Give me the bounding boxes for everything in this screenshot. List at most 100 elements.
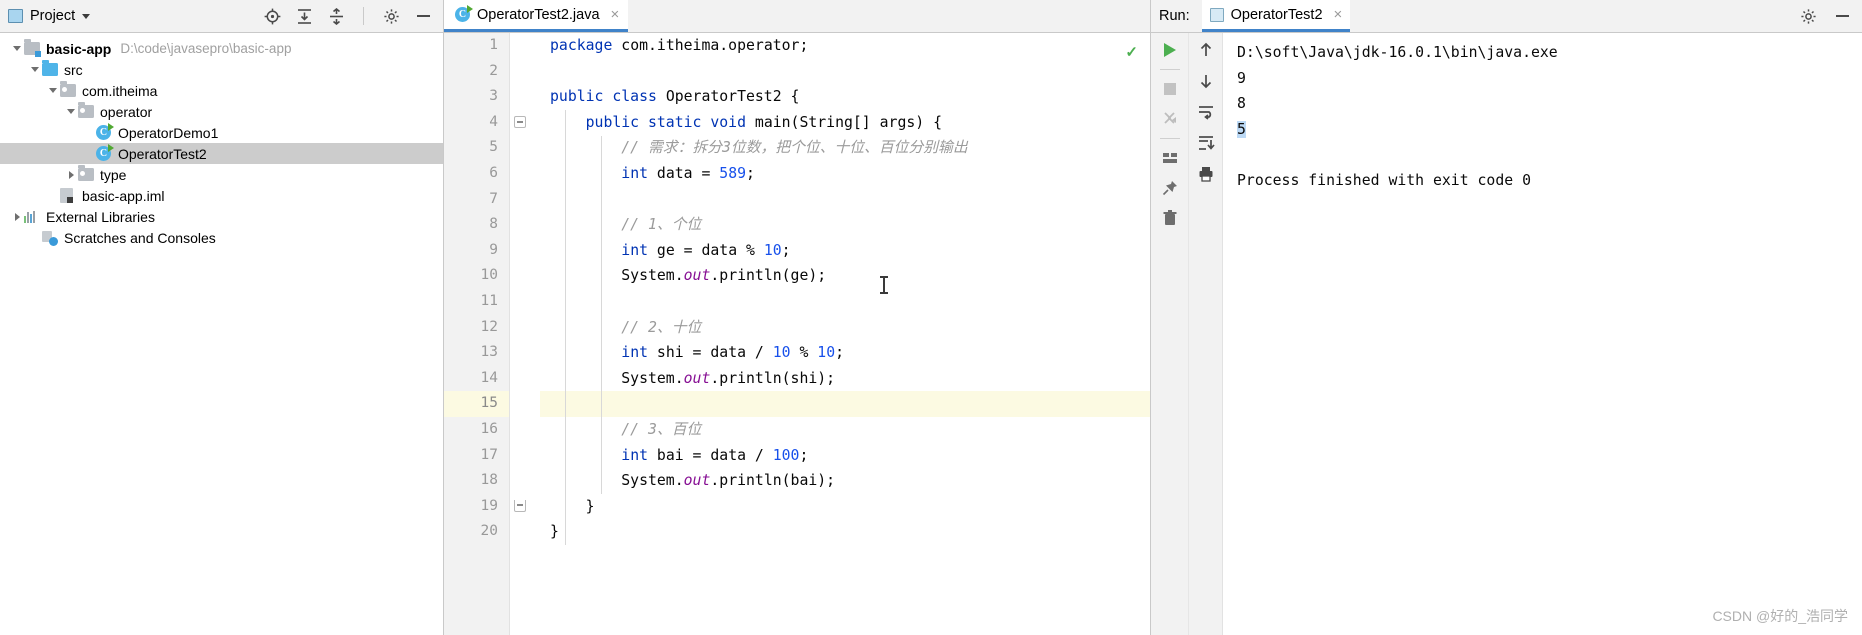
tree-item-com-itheima[interactable]: com.itheima — [0, 80, 443, 101]
fold-marker-slot[interactable] — [510, 263, 540, 289]
fold-marker-slot[interactable] — [510, 443, 540, 469]
fold-marker-slot[interactable] — [510, 33, 540, 59]
fold-marker-slot[interactable] — [510, 135, 540, 161]
line-number[interactable]: 4 — [444, 110, 527, 136]
collapse-all-icon[interactable] — [326, 6, 346, 26]
code-line[interactable]: package com.itheima.operator; — [540, 33, 1150, 59]
rerun-failed-icon[interactable] — [1159, 108, 1181, 130]
line-number[interactable]: 11 — [444, 289, 509, 315]
tree-item-operatordemo1[interactable]: C OperatorDemo1 — [0, 122, 443, 143]
fold-marker-slot[interactable] — [510, 340, 540, 366]
fold-marker-slot[interactable] — [510, 187, 540, 213]
trash-icon[interactable] — [1159, 207, 1181, 229]
soft-wrap-icon[interactable] — [1195, 101, 1217, 123]
line-number[interactable]: 15 — [444, 391, 509, 417]
run-icon[interactable] — [1159, 39, 1181, 61]
fold-marker-slot[interactable] — [510, 417, 540, 443]
code-line[interactable]: int data = 589; — [540, 161, 1150, 187]
console-line[interactable]: 9 — [1237, 66, 1862, 92]
tree-expander[interactable] — [82, 126, 96, 140]
print-icon[interactable] — [1195, 163, 1217, 185]
code-line[interactable] — [540, 59, 1150, 85]
close-icon[interactable]: × — [611, 6, 620, 23]
close-icon[interactable]: × — [1334, 6, 1343, 23]
line-number[interactable]: 12 — [444, 315, 509, 341]
settings-gear-icon[interactable] — [1798, 6, 1818, 26]
fold-marker-slot[interactable] — [510, 494, 540, 520]
fold-marker-slot[interactable] — [510, 391, 540, 417]
code-line[interactable]: System.out.println(shi); — [540, 366, 1150, 392]
code-line[interactable]: int shi = data / 10 % 10; — [540, 340, 1150, 366]
fold-collapse-icon[interactable] — [514, 115, 526, 128]
console-line[interactable]: Process finished with exit code 0 — [1237, 168, 1862, 194]
line-number[interactable]: 3 — [444, 84, 527, 110]
pin-icon[interactable] — [1159, 177, 1181, 199]
line-number[interactable]: 17 — [444, 443, 509, 469]
line-number[interactable]: 18 — [444, 468, 509, 494]
editor-tab-operatortest2[interactable]: C OperatorTest2.java × — [444, 0, 629, 32]
project-tree[interactable]: basic-app D:\code\javasepro\basic-app src c… — [0, 33, 443, 248]
line-number[interactable]: 5 — [444, 135, 509, 161]
console-output[interactable]: D:\soft\Java\jdk-16.0.1\bin\java.exe 9 8 5 … — [1223, 33, 1862, 635]
chevron-down-icon[interactable] — [10, 42, 24, 56]
inspection-ok-icon[interactable]: ✓ — [1125, 43, 1138, 61]
code-line[interactable]: // 1、个位 — [540, 212, 1150, 238]
run-tab-operatortest2[interactable]: OperatorTest2 × — [1201, 0, 1351, 32]
tree-item-basic-app-iml[interactable]: basic-app.iml — [0, 185, 443, 206]
code-line[interactable]: } — [540, 494, 1150, 520]
tree-item-external-libraries[interactable]: External Libraries — [0, 206, 443, 227]
locate-icon[interactable] — [262, 6, 282, 26]
expand-all-icon[interactable] — [294, 6, 314, 26]
console-line[interactable]: D:\soft\Java\jdk-16.0.1\bin\java.exe — [1237, 40, 1862, 66]
fold-marker-slot[interactable] — [510, 84, 540, 110]
code-line[interactable]: public static void main(String[] args) { — [540, 110, 1150, 136]
line-number[interactable]: 19 — [444, 494, 509, 520]
fold-marker-slot[interactable] — [510, 366, 540, 392]
chevron-down-icon[interactable] — [82, 13, 91, 19]
minimize-icon[interactable] — [1832, 6, 1852, 26]
tree-expander[interactable] — [46, 189, 60, 203]
chevron-down-icon[interactable] — [46, 84, 60, 98]
chevron-down-icon[interactable] — [64, 105, 78, 119]
project-title-group[interactable]: Project — [8, 8, 91, 24]
tree-expander[interactable] — [28, 231, 42, 245]
chevron-right-icon[interactable] — [64, 168, 78, 182]
fold-marker-slot[interactable] — [510, 315, 540, 341]
code-line[interactable]: public class OperatorTest2 { — [540, 84, 1150, 110]
line-number[interactable]: 8 — [444, 212, 509, 238]
line-number[interactable]: 1 — [444, 33, 509, 59]
code-line[interactable]: int bai = data / 100; — [540, 443, 1150, 469]
tree-item-type[interactable]: type — [0, 164, 443, 185]
line-number[interactable]: 6 — [444, 161, 509, 187]
layout-icon[interactable] — [1159, 147, 1181, 169]
code-line[interactable]: int ge = data % 10; — [540, 238, 1150, 264]
scroll-down-icon[interactable] — [1195, 70, 1217, 92]
scroll-up-icon[interactable] — [1195, 39, 1217, 61]
line-number[interactable]: 20 — [444, 519, 509, 545]
fold-marker-slot[interactable] — [510, 289, 540, 315]
tree-item-src[interactable]: src — [0, 59, 443, 80]
console-line[interactable]: 8 — [1237, 91, 1862, 117]
tree-item-scratches-and-consoles[interactable]: Scratches and Consoles — [0, 227, 443, 248]
fold-marker-slot[interactable] — [510, 468, 540, 494]
line-number[interactable]: 14 — [444, 366, 509, 392]
code-line[interactable]: // 需求：拆分3位数，把个位、十位、百位分别输出 — [540, 135, 1150, 161]
scroll-to-end-icon[interactable] — [1195, 132, 1217, 154]
tree-item-basic-app[interactable]: basic-app D:\code\javasepro\basic-app — [0, 38, 443, 59]
fold-marker-slot[interactable] — [510, 110, 540, 136]
minimize-icon[interactable] — [413, 6, 433, 26]
fold-marker-slot[interactable] — [510, 519, 540, 545]
tree-expander[interactable] — [82, 147, 96, 161]
code-line[interactable]: System.out.println(ge); — [540, 263, 1150, 289]
code-line[interactable] — [540, 289, 1150, 315]
code-line[interactable] — [540, 391, 1150, 417]
line-number[interactable]: 16 — [444, 417, 509, 443]
console-line[interactable]: 5 — [1237, 117, 1862, 143]
tree-item-operatortest2[interactable]: C OperatorTest2 — [0, 143, 443, 164]
line-number[interactable]: 2 — [444, 59, 509, 85]
code-line[interactable] — [540, 187, 1150, 213]
code-line[interactable]: } — [540, 519, 1150, 545]
code-line[interactable]: // 3、百位 — [540, 417, 1150, 443]
line-number[interactable]: 9 — [444, 238, 509, 264]
line-number[interactable]: 10 — [444, 263, 509, 289]
